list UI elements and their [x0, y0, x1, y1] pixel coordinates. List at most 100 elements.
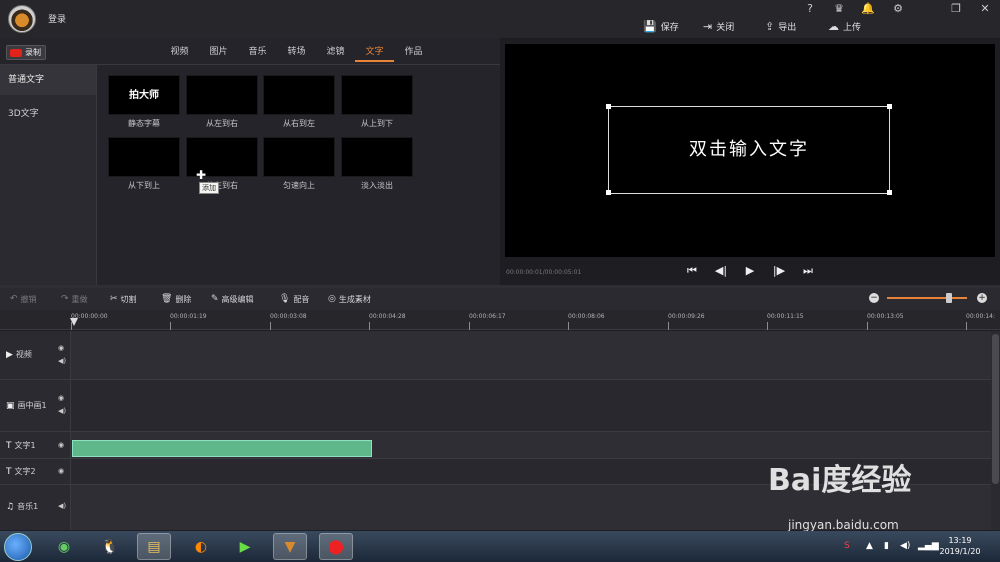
- skip-end-icon[interactable]: ⏭: [801, 263, 815, 279]
- resize-handle[interactable]: [606, 104, 611, 109]
- text-clip[interactable]: [72, 440, 372, 457]
- baidu-watermark: Bai度经验: [768, 463, 912, 498]
- zoom-in-icon[interactable]: +: [977, 293, 987, 303]
- qq-icon[interactable]: 🐧: [93, 533, 127, 560]
- tab-image[interactable]: 图片: [199, 44, 238, 62]
- close-project-button[interactable]: ⇥ 关闭: [703, 18, 734, 34]
- login-link[interactable]: 登录: [48, 12, 66, 25]
- dub-button[interactable]: 🎙 配音: [279, 292, 309, 306]
- effect-tile[interactable]: [341, 75, 413, 115]
- track-name: 音乐1: [17, 502, 39, 511]
- skip-start-icon[interactable]: ⏮: [685, 263, 699, 279]
- video-icon: ▶: [6, 349, 13, 360]
- zoom-slider[interactable]: [887, 297, 967, 299]
- volume-tray-icon[interactable]: ◀): [900, 541, 910, 551]
- track-divider: [0, 431, 991, 432]
- upload-button[interactable]: ☁ 上传: [828, 18, 861, 34]
- media-player-icon[interactable]: ▶: [228, 533, 262, 560]
- ruler-label: 00:00:14:: [966, 313, 995, 320]
- delete-label: 删除: [175, 294, 192, 304]
- advanced-edit-button[interactable]: ✎ 高级编辑: [211, 292, 254, 306]
- ruler-tick: [767, 322, 768, 330]
- export-button[interactable]: ⇪ 导出: [765, 18, 796, 34]
- step-forward-icon[interactable]: |▶: [772, 263, 786, 279]
- sogou-ime-icon[interactable]: S: [844, 541, 850, 551]
- zoom-out-icon[interactable]: −: [869, 293, 879, 303]
- category-3d-text[interactable]: 3D文字: [0, 99, 96, 129]
- resize-handle[interactable]: [606, 190, 611, 195]
- effect-thumb-text: 拍大师: [129, 90, 159, 101]
- effect-tile[interactable]: [263, 137, 335, 177]
- restore-icon[interactable]: ❐: [949, 2, 963, 16]
- track-video[interactable]: [71, 331, 991, 379]
- settings-icon[interactable]: ⚙: [891, 2, 905, 16]
- redo-button[interactable]: ↷ 重做: [61, 292, 88, 306]
- file-explorer-icon[interactable]: ▤: [137, 533, 171, 560]
- tab-filter[interactable]: 滤镜: [316, 44, 355, 62]
- vip-crown-icon[interactable]: ♛: [832, 2, 846, 16]
- tray-arrow-icon[interactable]: ▲: [866, 541, 873, 551]
- tab-transition[interactable]: 转场: [277, 44, 316, 62]
- delete-button[interactable]: 🗑 删除: [161, 292, 191, 306]
- text-category-list: 普通文字 3D文字: [0, 65, 97, 285]
- effect-tile[interactable]: [341, 137, 413, 177]
- eye-icon[interactable]: ◉: [58, 467, 64, 475]
- effect-tile[interactable]: 拍大师: [108, 75, 180, 115]
- effect-label: 淡入淡出: [361, 181, 393, 190]
- volume-icon[interactable]: ◀): [58, 407, 66, 415]
- save-icon: 💾: [643, 19, 657, 33]
- edit-toolbar: [0, 288, 1000, 310]
- track-label-pip: ▣ 画中画1: [6, 400, 47, 411]
- notification-icon[interactable]: 🔔: [861, 2, 875, 16]
- eye-icon[interactable]: ◉: [58, 441, 64, 449]
- tab-works[interactable]: 作品: [394, 44, 433, 62]
- pip-icon: ▣: [6, 400, 15, 411]
- category-normal-text[interactable]: 普通文字: [0, 65, 96, 95]
- advanced-edit-label: 高级编辑: [221, 294, 254, 304]
- effect-tile[interactable]: [186, 75, 258, 115]
- resize-handle[interactable]: [887, 190, 892, 195]
- start-button[interactable]: [4, 533, 32, 561]
- play-icon[interactable]: ▶: [743, 263, 757, 279]
- redo-icon: ↷: [61, 294, 69, 304]
- undo-button[interactable]: ↶ 撤销: [10, 292, 37, 306]
- recorder-app-icon[interactable]: ⬤: [319, 533, 353, 560]
- eye-icon[interactable]: ◉: [58, 394, 64, 402]
- track-pip[interactable]: [71, 379, 991, 431]
- step-back-icon[interactable]: ◀|: [714, 263, 728, 279]
- avatar[interactable]: [8, 5, 36, 33]
- firefox-icon[interactable]: ◐: [184, 533, 218, 560]
- 360-browser-icon[interactable]: ◉: [47, 533, 81, 560]
- track-label-text1: T 文字1: [6, 440, 36, 451]
- clock[interactable]: 13:19 2019/1/20: [935, 535, 985, 557]
- playhead[interactable]: [70, 318, 78, 326]
- volume-icon[interactable]: ◀): [58, 502, 66, 510]
- preview-text[interactable]: 双击输入文字: [608, 135, 890, 161]
- effect-label: 匀速向上: [283, 181, 315, 190]
- effect-label: 从上到下: [361, 119, 393, 128]
- cut-button[interactable]: ✂ 切割: [110, 292, 137, 306]
- eye-icon[interactable]: ◉: [58, 344, 64, 352]
- save-button[interactable]: 💾 保存: [643, 18, 679, 34]
- resize-handle[interactable]: [887, 104, 892, 109]
- help-icon[interactable]: ?: [803, 2, 817, 16]
- ruler-label: 00:00:11:15: [767, 313, 804, 320]
- category-tabs: 视频 图片 音乐 转场 滤镜 文字 作品: [160, 44, 433, 62]
- tab-video[interactable]: 视频: [160, 44, 199, 62]
- device-icon[interactable]: ▮: [884, 541, 889, 551]
- ruler-tick: [668, 322, 669, 330]
- record-button[interactable]: 录制: [6, 45, 46, 60]
- paidashi-app-icon[interactable]: ▼: [273, 533, 307, 560]
- scrollbar-thumb[interactable]: [992, 334, 999, 484]
- close-icon[interactable]: ✕: [978, 2, 992, 16]
- track-label-text2: T 文字2: [6, 466, 36, 477]
- generate-button[interactable]: ◎ 生成素材: [328, 292, 371, 306]
- tab-music[interactable]: 音乐: [238, 44, 277, 62]
- effect-tile[interactable]: [263, 75, 335, 115]
- zoom-slider-handle[interactable]: [946, 293, 953, 303]
- tab-text[interactable]: 文字: [355, 44, 394, 62]
- effect-tile[interactable]: [108, 137, 180, 177]
- volume-icon[interactable]: ◀): [58, 357, 66, 365]
- track-name: 视频: [15, 350, 32, 359]
- ruler-label: 00:00:03:08: [270, 313, 307, 320]
